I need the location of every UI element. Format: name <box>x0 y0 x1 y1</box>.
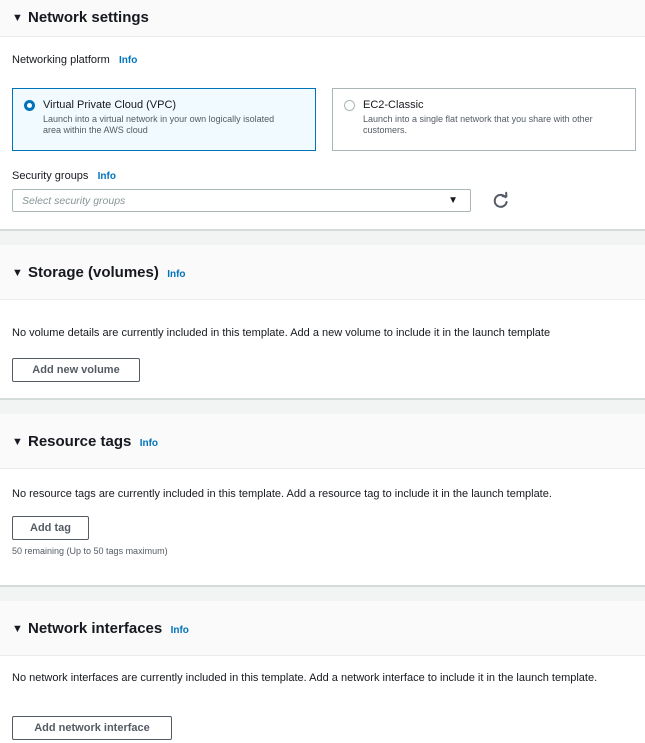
vpc-radio-button[interactable] <box>24 100 35 111</box>
networking-platform-label-text: Networking platform <box>12 54 110 66</box>
storage-info-link[interactable]: Info <box>167 269 185 280</box>
network-interfaces-title-text: Network interfaces <box>28 620 163 637</box>
section-separator <box>0 398 645 414</box>
dropdown-caret-icon: ▼ <box>448 195 458 206</box>
refresh-icon[interactable] <box>491 191 511 211</box>
network-interfaces-title: Network interfaces Info <box>28 620 189 637</box>
security-groups-info-link[interactable]: Info <box>98 171 116 182</box>
caret-down-icon[interactable]: ▼ <box>12 623 23 635</box>
resource-tags-header[interactable]: ▼ Resource tags Info <box>0 414 645 469</box>
resource-tags-info-link[interactable]: Info <box>140 438 158 449</box>
vpc-option-description: Launch into a virtual network in your ow… <box>43 114 275 135</box>
storage-title: Storage (volumes) Info <box>28 264 186 281</box>
security-groups-label: Security groups Info <box>12 170 116 182</box>
network-interfaces-header[interactable]: ▼ Network interfaces Info <box>0 601 645 656</box>
add-tag-button[interactable]: Add tag <box>12 516 89 540</box>
ec2-classic-option-description: Launch into a single flat network that y… <box>363 114 593 135</box>
add-network-interface-button[interactable]: Add network interface <box>12 716 172 740</box>
caret-down-icon[interactable]: ▼ <box>12 436 23 448</box>
resource-tags-empty-text: No resource tags are currently included … <box>12 488 552 500</box>
storage-header[interactable]: ▼ Storage (volumes) Info <box>0 245 645 300</box>
security-groups-label-text: Security groups <box>12 170 89 182</box>
security-groups-select[interactable]: Select security groups ▼ <box>12 189 471 212</box>
caret-down-icon[interactable]: ▼ <box>12 267 23 279</box>
add-new-volume-button[interactable]: Add new volume <box>12 358 140 382</box>
vpc-option-title: Virtual Private Cloud (VPC) <box>43 99 177 111</box>
network-settings-header[interactable]: ▼ Network settings <box>0 0 645 37</box>
caret-down-icon[interactable]: ▼ <box>12 12 23 24</box>
security-groups-placeholder: Select security groups <box>22 195 126 207</box>
storage-empty-text: No volume details are currently included… <box>12 327 551 339</box>
storage-title-text: Storage (volumes) <box>28 264 159 281</box>
section-separator <box>0 585 645 601</box>
networking-platform-info-link[interactable]: Info <box>119 55 137 66</box>
resource-tags-title-text: Resource tags <box>28 433 132 450</box>
ec2-classic-radio-button[interactable] <box>344 100 355 111</box>
network-interfaces-info-link[interactable]: Info <box>171 625 189 636</box>
section-separator <box>0 229 645 245</box>
vpc-option-tile[interactable]: Virtual Private Cloud (VPC) Launch into … <box>12 88 316 151</box>
networking-platform-label: Networking platform Info <box>12 54 137 66</box>
network-settings-title: Network settings <box>28 9 149 26</box>
network-interfaces-empty-text: No network interfaces are currently incl… <box>12 672 598 684</box>
ec2-classic-option-tile[interactable]: EC2-Classic Launch into a single flat ne… <box>332 88 636 151</box>
tags-remaining-note: 50 remaining (Up to 50 tags maximum) <box>12 546 168 556</box>
resource-tags-title: Resource tags Info <box>28 433 158 450</box>
ec2-classic-option-title: EC2-Classic <box>363 99 424 111</box>
